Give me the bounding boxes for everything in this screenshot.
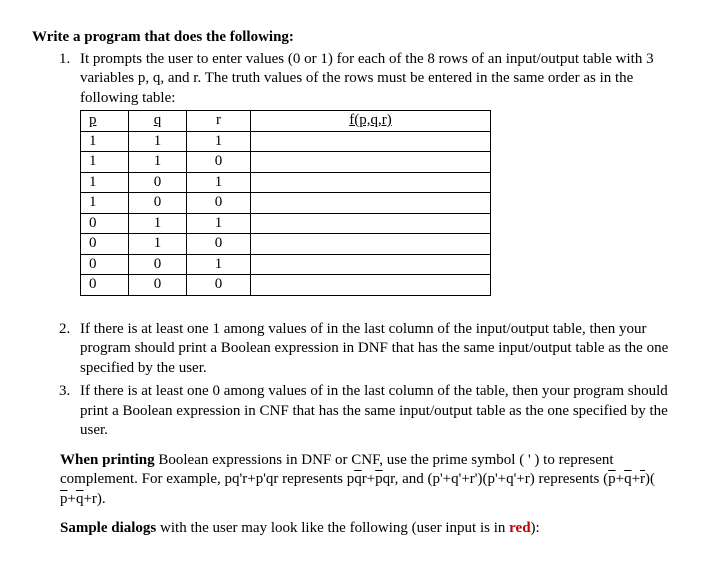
cell-r: 1 <box>187 172 251 193</box>
cell-f <box>251 234 491 255</box>
overline-p2: p <box>608 471 616 487</box>
overline-q2: q <box>624 471 632 487</box>
cell-p: 0 <box>81 275 129 296</box>
cell-r: 1 <box>187 213 251 234</box>
table-row: 0 0 1 <box>81 254 491 275</box>
instruction-2-text: If there is at least one 1 among values … <box>80 321 668 376</box>
table-row: 1 1 1 <box>81 131 491 152</box>
printing-paragraph: When printing Boolean expressions in DNF… <box>60 451 693 510</box>
table-row: 1 1 0 <box>81 152 491 173</box>
cell-f <box>251 193 491 214</box>
header-f: f(p,q,r) <box>251 111 491 132</box>
plus3: + <box>68 491 76 507</box>
cell-r: 0 <box>187 152 251 173</box>
printing-body5: +r). <box>83 491 105 507</box>
cell-p: 1 <box>81 152 129 173</box>
cell-f <box>251 152 491 173</box>
printing-body2: r+ <box>362 471 375 487</box>
cell-q: 0 <box>129 172 187 193</box>
cell-p: 1 <box>81 172 129 193</box>
overline-p1: p <box>375 471 383 487</box>
table-row: 0 1 1 <box>81 213 491 234</box>
cell-p: 1 <box>81 193 129 214</box>
cell-p: 0 <box>81 234 129 255</box>
cell-q: 1 <box>129 152 187 173</box>
cell-q: 0 <box>129 193 187 214</box>
sample-tail: ): <box>531 520 540 536</box>
cell-f <box>251 172 491 193</box>
printing-lead: When printing <box>60 452 155 468</box>
cell-f <box>251 213 491 234</box>
header-p: p <box>81 111 129 132</box>
table-header-row: p q r f(p,q,r) <box>81 111 491 132</box>
instruction-item-3: If there is at least one 0 among values … <box>74 382 693 441</box>
cell-r: 0 <box>187 193 251 214</box>
instruction-3-text: If there is at least one 0 among values … <box>80 383 668 438</box>
cell-f <box>251 254 491 275</box>
cell-q: 0 <box>129 254 187 275</box>
cell-r: 0 <box>187 234 251 255</box>
cell-r: 1 <box>187 131 251 152</box>
header-q: q <box>129 111 187 132</box>
instruction-item-2: If there is at least one 1 among values … <box>74 320 693 379</box>
sample-red: red <box>509 520 530 536</box>
overline-q1: q <box>354 471 362 487</box>
instruction-item-1: It prompts the user to enter values (0 o… <box>74 50 693 296</box>
printing-body3: qr, and (p'+q'+r')(p'+q'+r) represents ( <box>383 471 608 487</box>
instruction-list: It prompts the user to enter values (0 o… <box>74 50 693 441</box>
table-row: 1 0 1 <box>81 172 491 193</box>
header-r: r <box>187 111 251 132</box>
table-row: 0 0 0 <box>81 275 491 296</box>
cell-r: 0 <box>187 275 251 296</box>
cell-p: 0 <box>81 213 129 234</box>
sample-body: with the user may look like the followin… <box>156 520 509 536</box>
page-title: Write a program that does the following: <box>32 28 693 48</box>
cell-p: 0 <box>81 254 129 275</box>
table-row: 1 0 0 <box>81 193 491 214</box>
cell-q: 1 <box>129 131 187 152</box>
printing-body4: )( <box>645 471 655 487</box>
cell-q: 0 <box>129 275 187 296</box>
cell-f <box>251 275 491 296</box>
cell-p: 1 <box>81 131 129 152</box>
cell-q: 1 <box>129 213 187 234</box>
cell-f <box>251 131 491 152</box>
overline-p3: p <box>60 491 68 507</box>
cell-r: 1 <box>187 254 251 275</box>
instruction-1-text: It prompts the user to enter values (0 o… <box>80 51 654 106</box>
plus2: + <box>632 471 640 487</box>
cell-q: 1 <box>129 234 187 255</box>
truth-table: p q r f(p,q,r) 1 1 1 1 1 0 1 0 1 <box>80 110 491 296</box>
sample-lead: Sample dialogs <box>60 520 156 536</box>
table-row: 0 1 0 <box>81 234 491 255</box>
plus1: + <box>616 471 624 487</box>
